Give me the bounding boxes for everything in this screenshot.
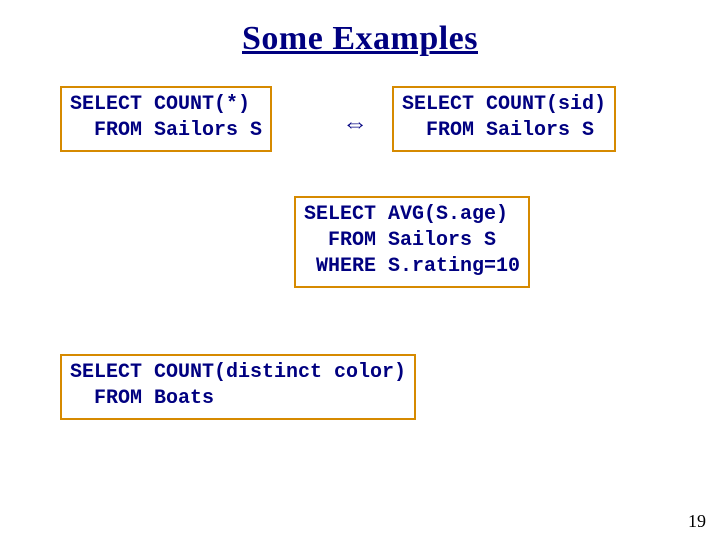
code-box-count-sid: SELECT COUNT(sid) FROM Sailors S (392, 86, 616, 152)
code-text: SELECT COUNT(distinct color) FROM Boats (70, 360, 406, 412)
code-text: SELECT AVG(S.age) FROM Sailors S WHERE S… (304, 202, 520, 280)
code-text: SELECT COUNT(*) FROM Sailors S (70, 92, 262, 144)
code-text: SELECT COUNT(sid) FROM Sailors S (402, 92, 606, 144)
equiv-arrow-icon: ⇔ (342, 108, 368, 139)
page-number: 19 (688, 511, 706, 532)
code-box-avg-age: SELECT AVG(S.age) FROM Sailors S WHERE S… (294, 196, 530, 288)
slide-title: Some Examples (0, 20, 720, 58)
slide: Some Examples SELECT COUNT(*) FROM Sailo… (0, 0, 720, 540)
code-box-count-star: SELECT COUNT(*) FROM Sailors S (60, 86, 272, 152)
code-box-count-distinct-color: SELECT COUNT(distinct color) FROM Boats (60, 354, 416, 420)
